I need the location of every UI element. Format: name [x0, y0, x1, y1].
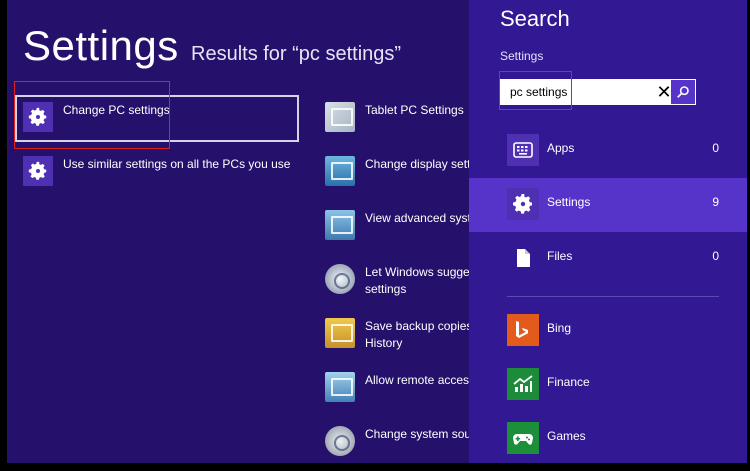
scope-count: 0 [712, 249, 719, 263]
result-label-line2: settings [365, 282, 407, 296]
search-button[interactable] [671, 80, 695, 104]
app-name: Games [547, 429, 586, 443]
scope-name: Apps [547, 141, 575, 155]
app-name: Finance [547, 375, 590, 389]
search-icon [677, 86, 689, 98]
result-label: View advanced syste [365, 211, 478, 225]
result-view-advanced-system[interactable]: View advanced syste [325, 210, 478, 240]
tablet-pc-icon [325, 102, 355, 132]
apps-icon [507, 134, 539, 166]
file-history-icon [325, 318, 355, 348]
scope-name: Files [547, 249, 573, 263]
result-label: Change system sour [365, 427, 476, 441]
scope-settings[interactable]: Settings 9 [469, 178, 747, 232]
result-let-windows-suggest[interactable]: Let Windows sugge settings [325, 264, 470, 298]
highlight-box-search-query [499, 71, 572, 110]
sound-icon [325, 426, 355, 456]
result-label: Tablet PC Settings [365, 103, 464, 117]
result-label-line1: Let Windows sugge [365, 265, 470, 279]
app-games[interactable]: Games [469, 412, 747, 463]
result-change-system-sounds[interactable]: Change system sour [325, 426, 475, 456]
app-name: Bing [547, 321, 572, 335]
bing-icon [507, 314, 539, 346]
ease-of-access-icon [325, 264, 355, 294]
page-title: Settings [23, 22, 179, 69]
result-use-similar-settings[interactable]: Use similar settings on all the PCs you … [23, 156, 290, 186]
games-icon [507, 422, 539, 454]
display-icon [325, 156, 355, 186]
result-label: Change display sett [365, 157, 471, 171]
search-pane: Search Settings ✕ Apps 0 [469, 0, 747, 463]
app-finance[interactable]: Finance [469, 358, 747, 412]
highlight-box-change-pc-settings [14, 81, 170, 149]
scope-name: Settings [547, 195, 591, 209]
pane-divider [507, 296, 719, 297]
result-tablet-pc-settings[interactable]: Tablet PC Settings [325, 102, 464, 132]
scope-apps[interactable]: Apps 0 [469, 124, 747, 178]
result-save-backup-copies[interactable]: Save backup copies History [325, 318, 472, 352]
finance-icon [507, 368, 539, 400]
remote-access-icon [325, 372, 355, 402]
search-scope-label[interactable]: Settings [500, 49, 543, 63]
gear-icon [507, 188, 539, 220]
gear-icon [23, 156, 53, 186]
file-icon [507, 242, 539, 274]
result-change-display-settings[interactable]: Change display sett [325, 156, 470, 186]
advanced-system-icon [325, 210, 355, 240]
window-frame: Settings Results for “pc settings” Chang… [0, 0, 750, 471]
result-label: Let Windows sugge settings [365, 264, 470, 298]
result-allow-remote-access[interactable]: Allow remote access [325, 372, 475, 402]
search-results-screen: Settings Results for “pc settings” Chang… [7, 0, 747, 463]
result-label-line1: Save backup copies [365, 319, 473, 333]
scope-files[interactable]: Files 0 [469, 232, 747, 286]
scope-count: 0 [712, 141, 719, 155]
app-bing[interactable]: Bing [469, 304, 747, 358]
result-label: Save backup copies History [365, 318, 472, 352]
result-label: Allow remote access [365, 373, 476, 387]
result-label: Use similar settings on all the PCs you … [63, 157, 291, 171]
search-pane-title: Search [500, 6, 570, 31]
result-label-line2: History [365, 336, 403, 350]
results-for-text: Results for “pc settings” [191, 43, 402, 65]
scope-count: 9 [712, 195, 719, 209]
